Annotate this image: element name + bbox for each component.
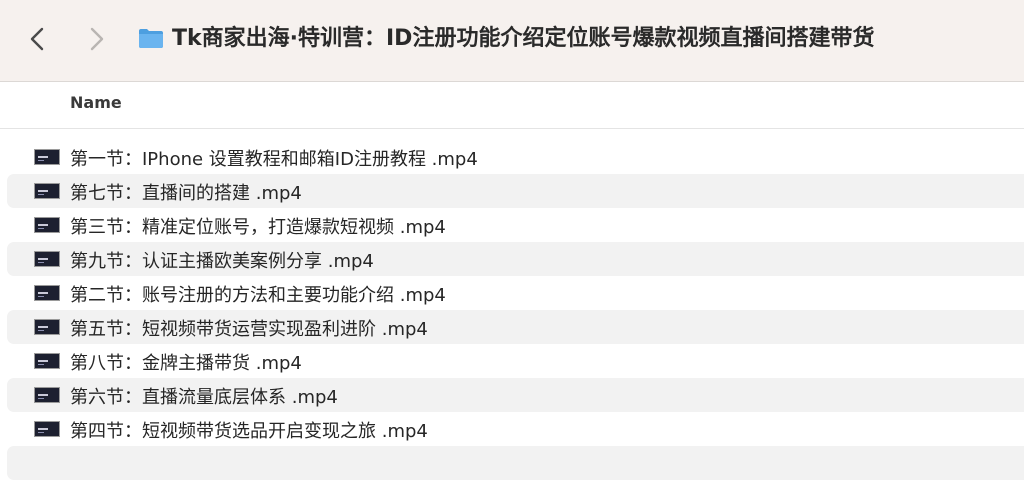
video-file-icon xyxy=(34,149,60,165)
video-file-icon xyxy=(34,353,60,369)
video-file-icon xyxy=(34,217,60,233)
file-row[interactable]: 第一节：IPhone 设置教程和邮箱ID注册教程 .mp4 xyxy=(7,140,1024,174)
file-name: 第六节：直播流量底层体系 .mp4 xyxy=(70,387,338,408)
file-name: 第九节：认证主播欧美案例分享 .mp4 xyxy=(70,251,374,272)
video-file-icon xyxy=(34,285,60,301)
file-name: 第二节：账号注册的方法和主要功能介绍 .mp4 xyxy=(70,285,446,306)
file-name: 第一节：IPhone 设置教程和邮箱ID注册教程 .mp4 xyxy=(70,149,478,170)
window-title: Tk商家出海·特训营：ID注册功能介绍定位账号爆款视频直播间搭建带货 xyxy=(172,26,875,51)
video-file-icon xyxy=(34,251,60,267)
video-file-icon xyxy=(34,319,60,335)
file-row[interactable]: 第八节：金牌主播带货 .mp4 xyxy=(7,344,1024,378)
column-header-name[interactable]: Name xyxy=(70,93,122,112)
file-name: 第四节：短视频带货选品开启变现之旅 .mp4 xyxy=(70,421,428,442)
forward-button[interactable] xyxy=(81,22,113,56)
file-row[interactable]: 第九节：认证主播欧美案例分享 .mp4 xyxy=(7,242,1024,276)
finder-window: Tk商家出海·特训营：ID注册功能介绍定位账号爆款视频直播间搭建带货 Name … xyxy=(0,0,1024,501)
video-file-icon xyxy=(34,387,60,403)
list-header: Name xyxy=(0,83,1024,129)
video-file-icon xyxy=(34,183,60,199)
chevron-right-icon xyxy=(90,27,104,51)
empty-row xyxy=(7,446,1024,480)
file-row[interactable]: 第三节：精准定位账号，打造爆款短视频 .mp4 xyxy=(7,208,1024,242)
file-row[interactable]: 第六节：直播流量底层体系 .mp4 xyxy=(7,378,1024,412)
file-list: 第一节：IPhone 设置教程和邮箱ID注册教程 .mp4 第七节：直播间的搭建… xyxy=(0,140,1024,480)
chevron-left-icon xyxy=(30,27,44,51)
folder-icon xyxy=(139,29,163,48)
video-file-icon xyxy=(34,421,60,437)
file-name: 第八节：金牌主播带货 .mp4 xyxy=(70,353,302,374)
back-button[interactable] xyxy=(21,22,53,56)
toolbar: Tk商家出海·特训营：ID注册功能介绍定位账号爆款视频直播间搭建带货 xyxy=(0,0,1024,82)
file-row[interactable]: 第七节：直播间的搭建 .mp4 xyxy=(7,174,1024,208)
file-row[interactable]: 第二节：账号注册的方法和主要功能介绍 .mp4 xyxy=(7,276,1024,310)
file-row[interactable]: 第四节：短视频带货选品开启变现之旅 .mp4 xyxy=(7,412,1024,446)
file-name: 第三节：精准定位账号，打造爆款短视频 .mp4 xyxy=(70,217,446,238)
file-row[interactable]: 第五节：短视频带货运营实现盈利进阶 .mp4 xyxy=(7,310,1024,344)
file-name: 第七节：直播间的搭建 .mp4 xyxy=(70,183,302,204)
file-name: 第五节：短视频带货运营实现盈利进阶 .mp4 xyxy=(70,319,428,340)
